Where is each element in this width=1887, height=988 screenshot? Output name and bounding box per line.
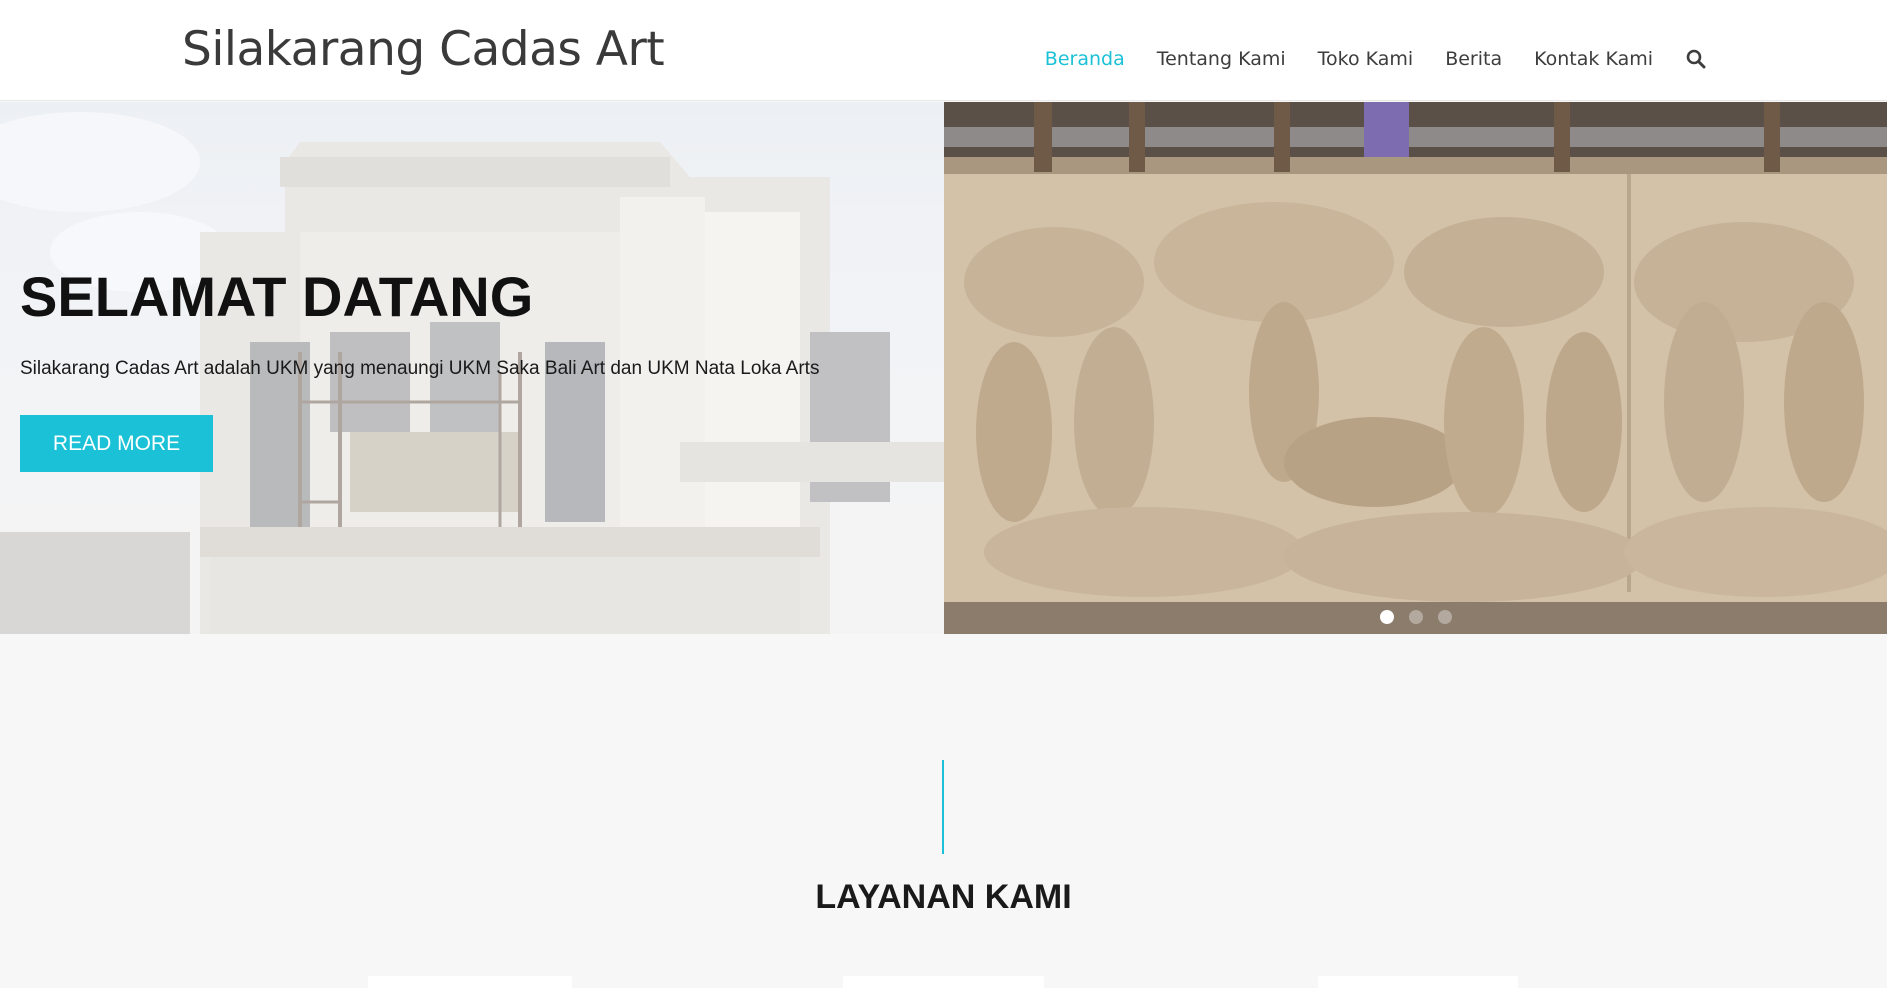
service-card-3[interactable] — [1318, 976, 1518, 988]
site-header: Silakarang Cadas Art Beranda Tentang Kam… — [0, 0, 1887, 101]
nav-item-beranda[interactable]: Beranda — [1045, 48, 1125, 70]
hero-description: Silakarang Cadas Art adalah UKM yang men… — [20, 358, 820, 379]
service-card-1[interactable] — [368, 976, 572, 988]
site-title[interactable]: Silakarang Cadas Art — [182, 22, 665, 77]
nav-item-kontak-kami[interactable]: Kontak Kami — [1534, 48, 1653, 70]
main-nav: Beranda Tentang Kami Toko Kami Berita Ko… — [1013, 48, 1707, 70]
hero-title: SELAMAT DATANG — [20, 265, 534, 328]
section-divider — [942, 760, 944, 854]
nav-item-berita[interactable]: Berita — [1445, 48, 1502, 70]
slider-dot-1[interactable] — [1380, 610, 1394, 624]
hero-carving-image — [944, 102, 1887, 634]
read-more-button[interactable]: READ MORE — [20, 415, 213, 472]
carving-illustration — [944, 102, 1887, 634]
search-icon-glyph — [1686, 49, 1706, 69]
slider-dot-2[interactable] — [1409, 610, 1423, 624]
slider-dot-3[interactable] — [1438, 610, 1452, 624]
nav-item-tentang-kami[interactable]: Tentang Kami — [1157, 48, 1286, 70]
services-title: LAYANAN KAMI — [815, 878, 1072, 916]
hero-building-image: SELAMAT DATANG Silakarang Cadas Art adal… — [0, 102, 944, 634]
hero-slider: SELAMAT DATANG Silakarang Cadas Art adal… — [0, 102, 1887, 634]
search-icon[interactable] — [1685, 48, 1707, 70]
nav-item-toko-kami[interactable]: Toko Kami — [1318, 48, 1414, 70]
service-card-2[interactable] — [843, 976, 1044, 988]
slider-dots — [1380, 610, 1467, 624]
